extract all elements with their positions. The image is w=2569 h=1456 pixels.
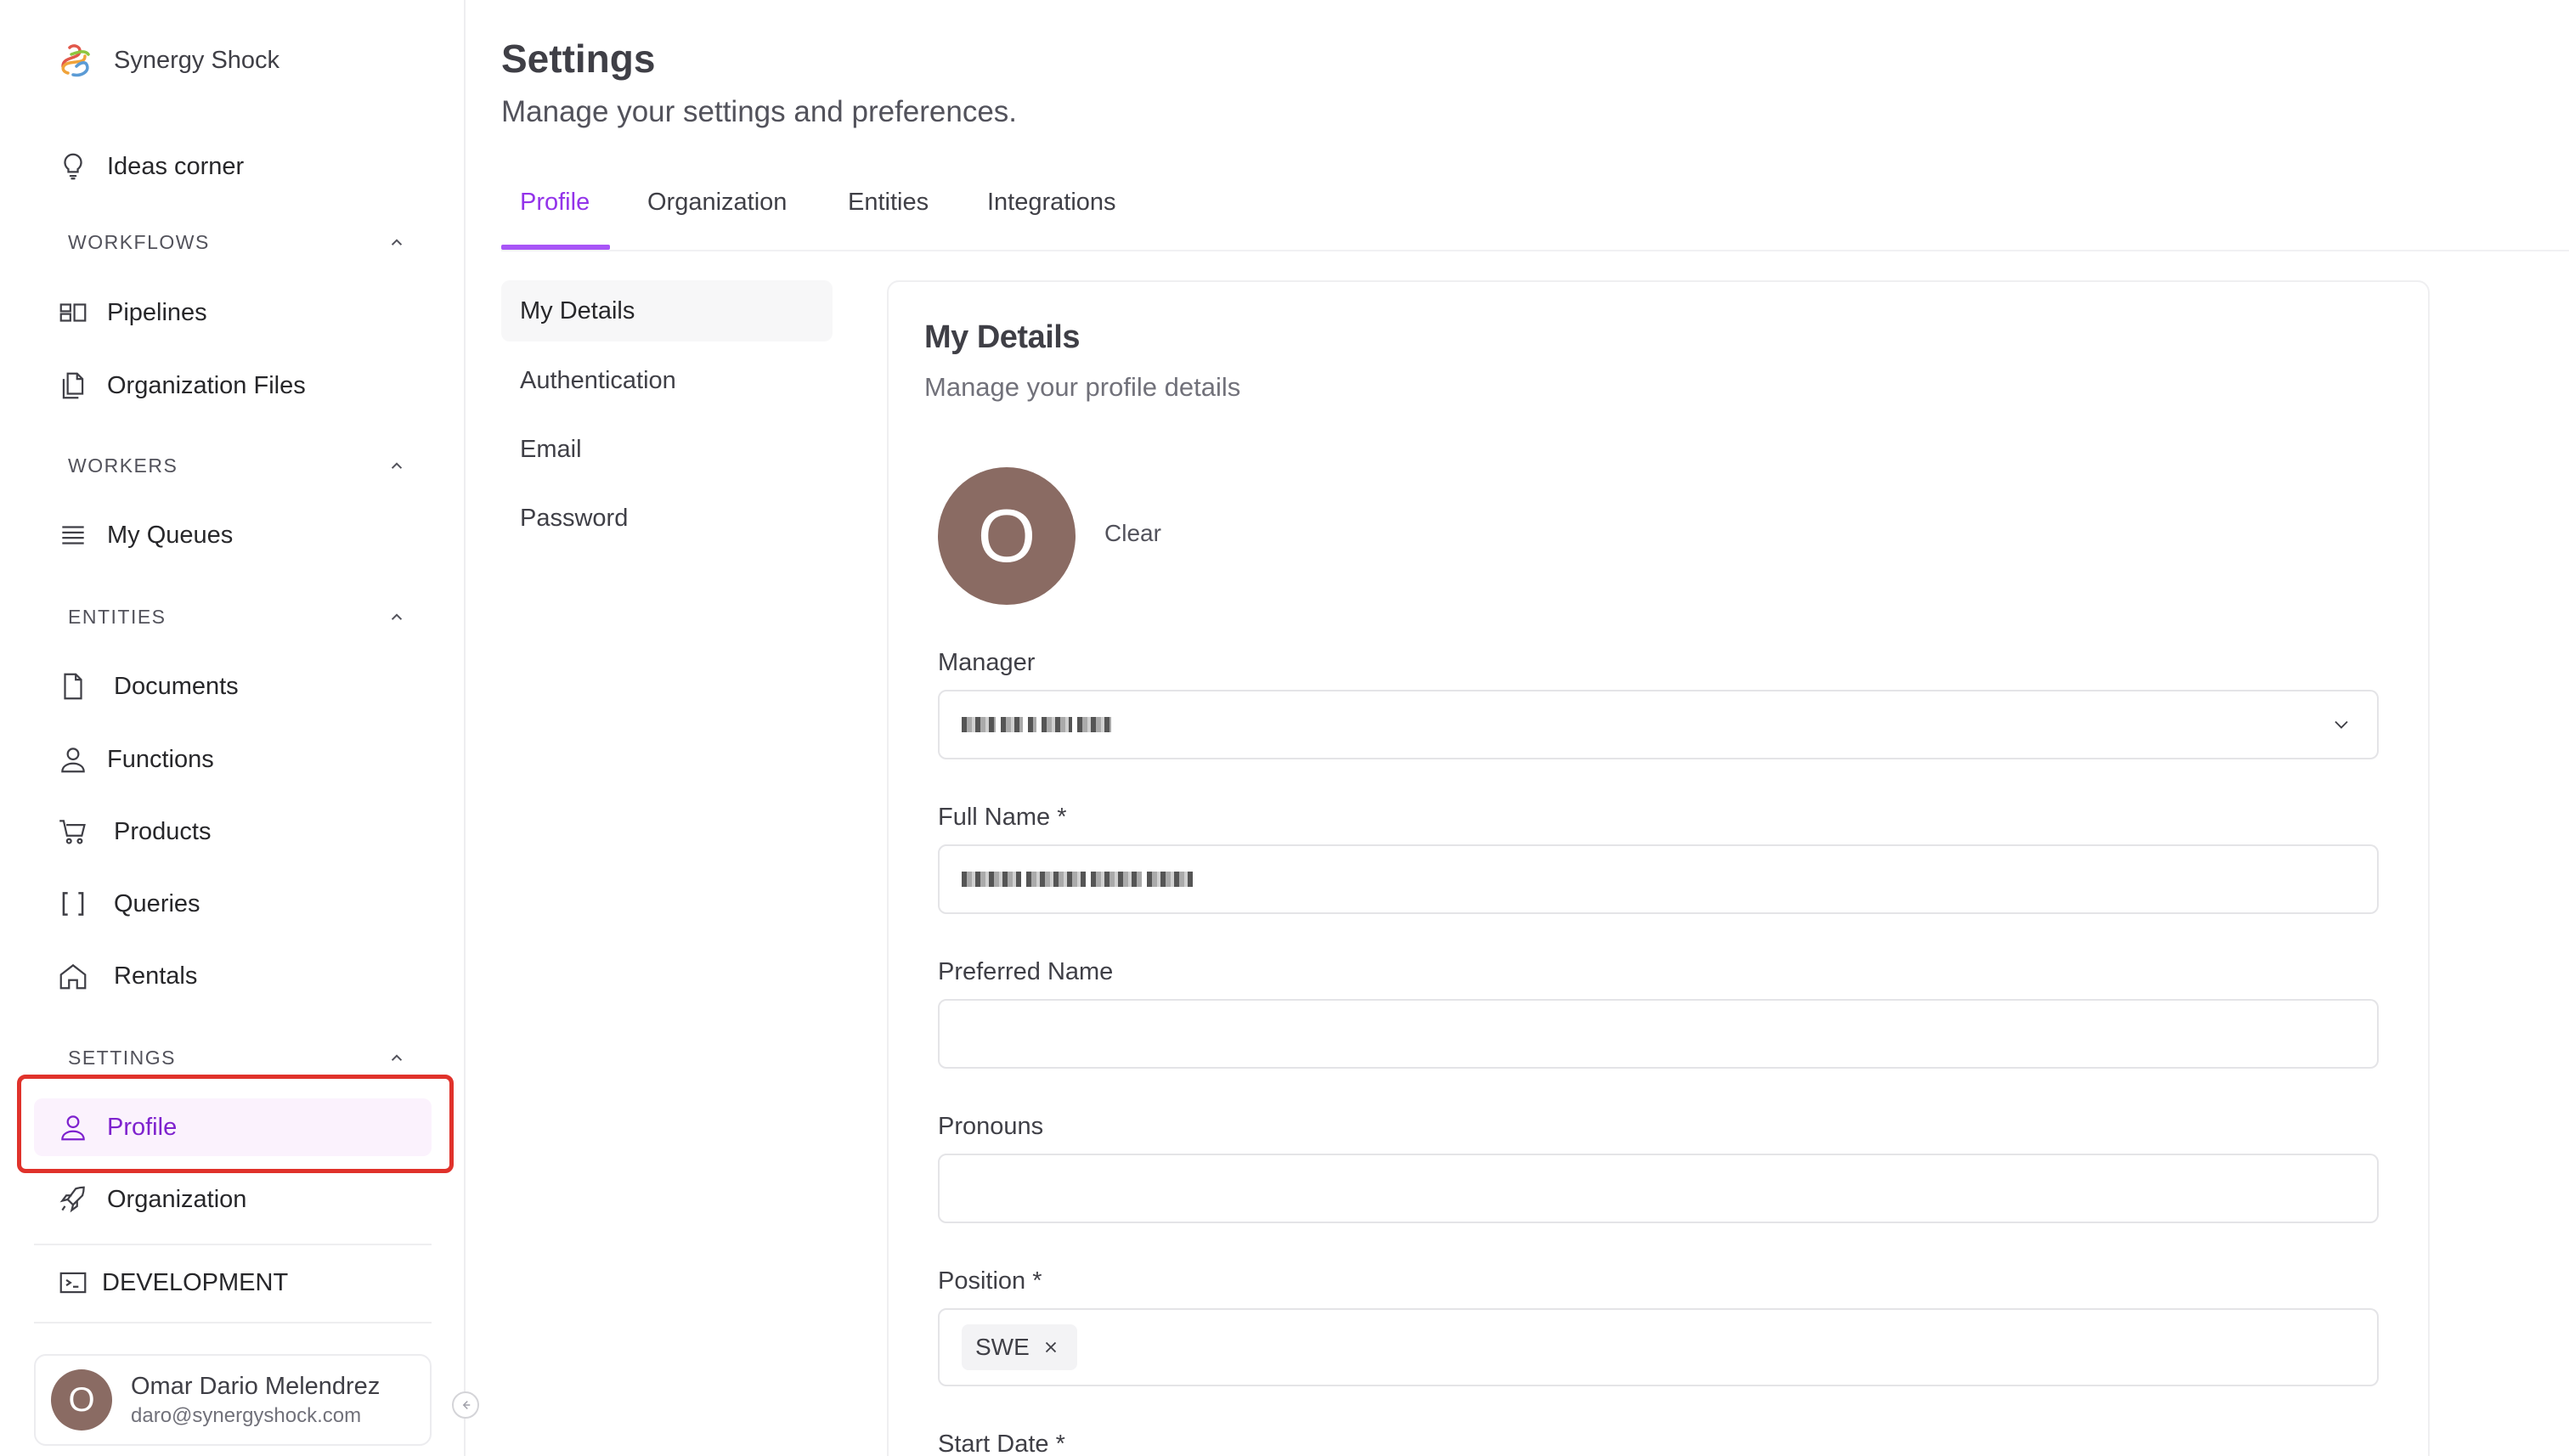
preferred-name-input[interactable] xyxy=(938,999,2379,1069)
tab-profile[interactable]: Profile xyxy=(520,189,590,217)
pronouns-input[interactable] xyxy=(938,1154,2379,1223)
arrow-left-icon xyxy=(462,1400,471,1410)
user-card[interactable]: O Omar Dario Melendrez daro@synergyshock… xyxy=(34,1354,432,1446)
home-icon xyxy=(56,959,90,993)
lightbulb-icon xyxy=(56,150,90,183)
sidebar-item-label: Organization xyxy=(107,1185,247,1213)
preferred-name-label: Preferred Name xyxy=(938,958,1114,985)
sidebar-item-products[interactable]: Products xyxy=(34,803,432,861)
tabs-divider xyxy=(501,250,2569,251)
chevron-up-icon xyxy=(391,238,403,245)
section-settings[interactable]: SETTINGS xyxy=(68,1047,408,1069)
sidebar-item-functions[interactable]: Functions xyxy=(34,731,432,788)
manager-label: Manager xyxy=(938,649,1036,676)
document-icon xyxy=(56,669,90,703)
brackets-icon xyxy=(56,887,90,921)
section-label: SETTINGS xyxy=(68,1047,177,1069)
brand[interactable]: Synergy Shock xyxy=(56,41,279,80)
position-label: Position * xyxy=(938,1267,1042,1295)
section-workflows[interactable]: WORKFLOWS xyxy=(68,231,408,254)
card-subtitle: Manage your profile details xyxy=(924,372,1241,402)
remove-tag-icon[interactable] xyxy=(1042,1338,1060,1357)
sidebar-item-label: Rentals xyxy=(114,962,198,990)
section-workers[interactable]: WORKERS xyxy=(68,454,408,477)
subnav-password[interactable]: Password xyxy=(501,488,833,549)
highlight-annotation xyxy=(17,1075,454,1173)
sidebar-item-label: DEVELOPMENT xyxy=(102,1268,289,1296)
chevron-up-icon xyxy=(391,461,403,469)
tab-organization[interactable]: Organization xyxy=(647,189,787,217)
brand-name: Synergy Shock xyxy=(114,46,280,74)
tab-entities[interactable]: Entities xyxy=(848,189,929,217)
queue-list-icon xyxy=(56,518,90,552)
profile-avatar[interactable]: O xyxy=(938,467,1076,605)
sidebar-item-documents[interactable]: Documents xyxy=(34,657,432,715)
chevron-up-icon xyxy=(391,1053,403,1061)
user-info: Omar Dario Melendrez daro@synergyshock.c… xyxy=(131,1370,380,1430)
page-subtitle: Manage your settings and preferences. xyxy=(501,95,1018,128)
position-multiselect[interactable]: SWE xyxy=(938,1308,2379,1386)
redacted-value xyxy=(962,717,1111,732)
tab-integrations[interactable]: Integrations xyxy=(987,189,1116,217)
avatar: O xyxy=(51,1369,112,1431)
person-icon xyxy=(56,742,90,776)
sidebar-divider xyxy=(34,1244,432,1245)
sidebar-item-label: Pipelines xyxy=(107,298,207,326)
terminal-icon xyxy=(56,1266,90,1300)
sidebar-item-organization-files[interactable]: Organization Files xyxy=(34,357,432,415)
active-tab-indicator xyxy=(501,245,610,250)
files-icon xyxy=(56,369,90,403)
user-name: Omar Dario Melendrez xyxy=(131,1373,381,1400)
collapse-sidebar-button[interactable] xyxy=(452,1391,479,1419)
subnav-authentication[interactable]: Authentication xyxy=(501,350,833,411)
sidebar-item-pipelines[interactable]: Pipelines xyxy=(34,284,432,341)
section-entities[interactable]: ENTITIES xyxy=(68,606,408,629)
manager-select[interactable] xyxy=(938,690,2379,759)
sidebar-item-ideas-corner[interactable]: Ideas corner xyxy=(34,138,432,195)
subnav-my-details[interactable]: My Details xyxy=(501,280,833,341)
cart-icon xyxy=(56,815,90,849)
page-title: Settings xyxy=(501,37,656,81)
user-email: daro@synergyshock.com xyxy=(131,1404,362,1427)
sidebar: Synergy Shock Ideas corner WORKFLOWS Pip… xyxy=(0,0,466,1456)
pronouns-label: Pronouns xyxy=(938,1113,1044,1140)
section-label: WORKERS xyxy=(68,454,178,477)
full-name-input[interactable] xyxy=(938,844,2379,914)
sidebar-item-label: Ideas corner xyxy=(107,152,245,180)
card-title: My Details xyxy=(924,319,1080,355)
full-name-label: Full Name * xyxy=(938,804,1067,831)
sidebar-item-development[interactable]: DEVELOPMENT xyxy=(34,1254,432,1312)
chevron-up-icon xyxy=(391,612,403,620)
sidebar-item-rentals[interactable]: Rentals xyxy=(34,947,432,1005)
subnav-email[interactable]: Email xyxy=(501,419,833,480)
sidebar-item-organization[interactable]: Organization xyxy=(34,1171,432,1228)
rocket-icon xyxy=(56,1182,90,1216)
sidebar-item-label: Queries xyxy=(114,889,200,917)
sidebar-item-label: Products xyxy=(114,817,212,845)
redacted-value xyxy=(962,872,1193,887)
synergy-logo-icon xyxy=(61,44,90,77)
sidebar-divider xyxy=(34,1322,432,1323)
section-label: WORKFLOWS xyxy=(68,231,210,253)
sidebar-item-queries[interactable]: Queries xyxy=(34,875,432,933)
sidebar-item-my-queues[interactable]: My Queues xyxy=(34,506,432,564)
position-tag: SWE xyxy=(962,1324,1077,1370)
position-tag-label: SWE xyxy=(975,1334,1030,1360)
sidebar-item-label: Documents xyxy=(114,672,239,700)
sidebar-item-label: My Queues xyxy=(107,521,234,549)
clear-avatar-button[interactable]: Clear xyxy=(1104,520,1161,547)
section-label: ENTITIES xyxy=(68,606,167,628)
pipelines-icon xyxy=(56,296,90,330)
start-date-label: Start Date * xyxy=(938,1431,1065,1456)
sidebar-item-label: Organization Files xyxy=(107,371,306,399)
chevron-down-icon xyxy=(2335,720,2348,729)
sidebar-item-label: Functions xyxy=(107,745,214,773)
